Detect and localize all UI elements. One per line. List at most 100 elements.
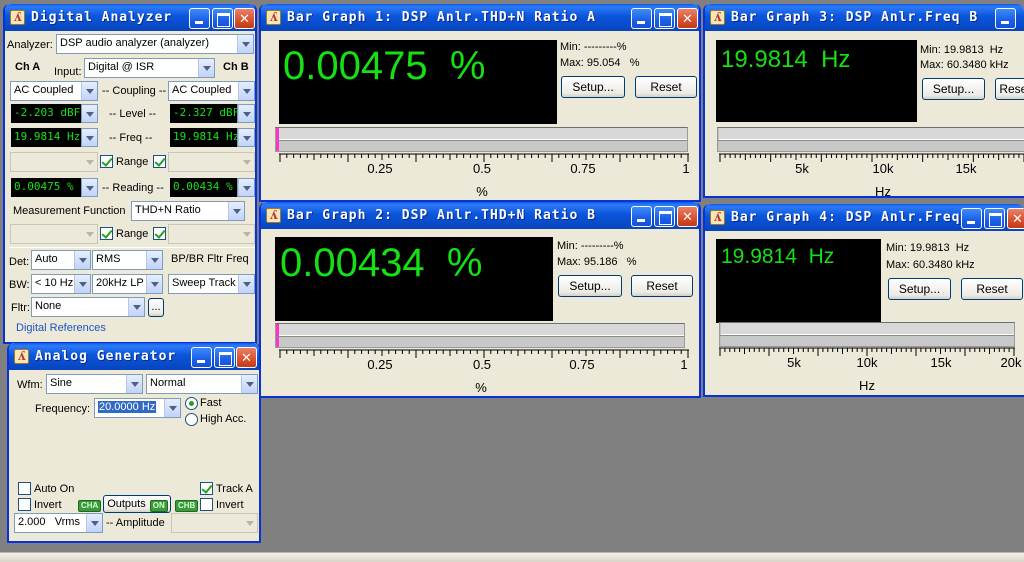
reading-label: -- Reading -- [102, 182, 164, 194]
close-icon[interactable] [677, 206, 698, 227]
invert-a-checkbox[interactable] [18, 498, 31, 511]
reset-button[interactable]: Reset [995, 78, 1024, 100]
analog-generator-titlebar[interactable]: ʎ Analog Generator [9, 343, 259, 370]
bar-graph-2-titlebar[interactable]: ʎ Bar Graph 2: DSP Anlr.THD+N Ratio B [261, 202, 699, 229]
digital-references-link[interactable]: Digital References [16, 322, 106, 334]
chevron-down-icon[interactable] [238, 179, 254, 196]
chevron-down-icon[interactable] [82, 179, 97, 196]
reset-button[interactable]: Reset [631, 275, 693, 297]
minimize-icon[interactable] [995, 8, 1016, 29]
chevron-down-icon[interactable] [228, 202, 244, 220]
range2-a-checkbox[interactable] [100, 227, 113, 240]
freq-b-unit-select[interactable] [237, 128, 255, 147]
chevron-down-icon[interactable] [238, 275, 254, 293]
bw-high-value: 20kHz LP [96, 277, 144, 289]
high-acc-radio[interactable] [185, 413, 198, 426]
setup-button[interactable]: Setup... [888, 278, 951, 300]
reading-display: 0.00475 % [279, 40, 557, 124]
close-icon[interactable] [236, 347, 257, 368]
bar-graph-1-titlebar[interactable]: ʎ Bar Graph 1: DSP Anlr.THD+N Ratio A [261, 4, 699, 31]
wfm-value: Sine [50, 377, 73, 389]
frequency-input[interactable]: 20.0000 Hz [94, 398, 181, 418]
close-icon[interactable] [234, 8, 255, 29]
range-b-checkbox[interactable] [153, 155, 166, 168]
freq-a-unit-select[interactable] [81, 128, 98, 147]
wfm-select[interactable]: Sine [46, 374, 143, 394]
reset-button[interactable]: Reset [961, 278, 1023, 300]
chevron-down-icon[interactable] [238, 105, 254, 122]
chevron-down-icon[interactable] [198, 59, 214, 77]
tick-label: 0.25 [367, 357, 393, 372]
outputs-button[interactable]: Outputs ON [103, 495, 171, 513]
track-a-checkbox[interactable] [200, 482, 213, 495]
measurement-function-label: Measurement Function [13, 205, 126, 217]
close-icon[interactable] [677, 8, 698, 29]
chevron-down-icon[interactable] [74, 251, 90, 269]
fltr-select[interactable]: None [31, 297, 145, 317]
det-select[interactable]: Auto [31, 250, 91, 270]
maximize-icon[interactable] [212, 8, 233, 29]
minimize-icon[interactable] [961, 208, 982, 229]
bw-high-select[interactable]: 20kHz LP [92, 274, 163, 294]
range-b-select [168, 152, 255, 172]
chevron-down-icon[interactable] [146, 251, 162, 269]
sweep-select[interactable]: Sweep Track [168, 274, 255, 294]
maximize-icon[interactable] [984, 208, 1005, 229]
setup-button[interactable]: Setup... [561, 76, 625, 98]
chevron-down-icon[interactable] [126, 375, 142, 393]
reset-button[interactable]: Reset [635, 76, 697, 98]
chevron-down-icon[interactable] [74, 275, 90, 293]
chevron-down-icon[interactable] [238, 82, 254, 100]
close-icon[interactable] [1007, 208, 1024, 229]
maximize-icon[interactable] [654, 206, 675, 227]
tick-label: 0.75 [570, 161, 596, 176]
tick-label: 1 [682, 161, 690, 176]
chevron-down-icon[interactable] [128, 298, 144, 316]
reading-a-unit-select[interactable] [81, 178, 98, 197]
level-b-unit-select[interactable] [237, 104, 255, 123]
outputs-on-indicator: ON [149, 500, 168, 512]
minimize-icon[interactable] [189, 8, 210, 29]
chevron-down-icon[interactable] [82, 129, 97, 146]
reading-b-unit-select[interactable] [237, 178, 255, 197]
measurement-function-select[interactable]: THD+N Ratio [131, 201, 245, 221]
invert-b-checkbox[interactable] [200, 498, 213, 511]
minimize-icon[interactable] [631, 8, 652, 29]
input-label: Input: [54, 66, 82, 78]
input-select[interactable]: Digital @ ISR [84, 58, 215, 78]
range-a-checkbox[interactable] [100, 155, 113, 168]
bar-graph-4-titlebar[interactable]: ʎ Bar Graph 4: DSP Anlr.Freq B [705, 204, 1024, 231]
maximize-icon[interactable] [214, 347, 235, 368]
fltr-browse-button[interactable]: ... [148, 298, 164, 317]
level-a-unit-select[interactable] [81, 104, 98, 123]
chevron-down-icon[interactable] [238, 129, 254, 146]
amplitude-input[interactable]: 2.000 Vrms [14, 513, 103, 533]
bar-graph-3-titlebar[interactable]: ʎ Bar Graph 3: DSP Anlr.Freq B [705, 4, 1024, 31]
det-type-select[interactable]: RMS [92, 250, 163, 270]
analyzer-select[interactable]: DSP audio analyzer (analyzer) [56, 34, 254, 54]
setup-button[interactable]: Setup... [922, 78, 985, 100]
minimize-icon[interactable] [631, 206, 652, 227]
maximize-icon[interactable] [654, 8, 675, 29]
setup-button[interactable]: Setup... [558, 275, 622, 297]
auto-on-checkbox[interactable] [18, 482, 31, 495]
bw-low-select[interactable]: < 10 Hz [31, 274, 91, 294]
chevron-down-icon[interactable] [164, 399, 180, 417]
window-title: Bar Graph 4: DSP Anlr.Freq B [731, 210, 979, 225]
horizontal-scrollbar[interactable] [0, 552, 1024, 562]
chevron-down-icon[interactable] [86, 514, 102, 532]
coupling-b-select[interactable]: AC Coupled [168, 81, 255, 101]
chevron-down-icon[interactable] [241, 375, 257, 393]
wfm-mode-select[interactable]: Normal [146, 374, 258, 394]
fast-radio[interactable] [185, 397, 198, 410]
minimize-icon[interactable] [191, 347, 212, 368]
chevron-down-icon[interactable] [237, 35, 253, 53]
chevron-down-icon[interactable] [81, 82, 97, 100]
chevron-down-icon[interactable] [82, 105, 97, 122]
chevron-down-icon[interactable] [146, 275, 162, 293]
coupling-a-select[interactable]: AC Coupled [10, 81, 98, 101]
bar-graph-1-window: ʎ Bar Graph 1: DSP Anlr.THD+N Ratio A 0.… [259, 4, 701, 202]
digital-analyzer-titlebar[interactable]: ʎ Digital Analyzer [5, 4, 255, 31]
range2-b-checkbox[interactable] [153, 227, 166, 240]
coupling-b-value: AC Coupled [172, 84, 232, 96]
